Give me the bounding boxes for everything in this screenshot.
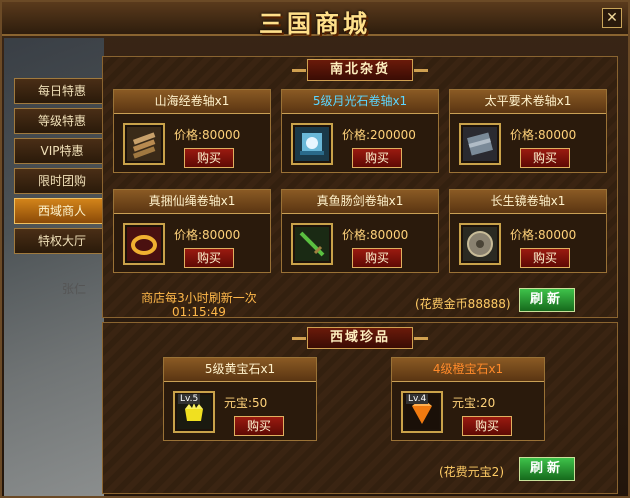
item-price: 价格:80000 (174, 228, 241, 242)
moonstone-scroll-icon (295, 127, 329, 161)
item-slot[interactable] (123, 223, 165, 265)
item-slot[interactable] (123, 123, 165, 165)
item-name: 真捆仙绳卷轴x1 (114, 190, 270, 214)
item-name: 5级月光石卷轴x1 (282, 90, 438, 114)
green-sword-icon (295, 227, 329, 261)
item-name: 4级橙宝石x1 (392, 358, 544, 382)
item-name: 真鱼肠剑卷轴x1 (282, 190, 438, 214)
item-slot[interactable]: Lv.5 (173, 391, 215, 433)
buy-button[interactable]: 购买 (520, 248, 570, 268)
western-treasures-panel: 西域珍品 5级黄宝石x1 Lv.5 元宝:50 购买 4级橙宝石x1 Lv.4 … (102, 322, 618, 494)
item-slot[interactable]: Lv.4 (401, 391, 443, 433)
buy-button[interactable]: 购买 (234, 416, 284, 436)
title-bar: 三国商城 ✕ (2, 2, 628, 38)
sidebar-nav: 每日特惠 等级特惠 VIP特惠 限时团购 西域商人 特权大厅 (14, 78, 110, 258)
shop-item-card: 真鱼肠剑卷轴x1 价格:80000 购买 (281, 189, 439, 273)
golden-rope-icon (127, 227, 161, 261)
sidebar-item-level[interactable]: 等级特惠 (14, 108, 110, 134)
item-name: 太平要术卷轴x1 (450, 90, 606, 114)
refresh-button[interactable]: 刷新 (519, 457, 575, 481)
level-tag: Lv.4 (406, 394, 429, 404)
backdrop-label: 张仁 (62, 282, 87, 296)
sidebar-item-privilege-hall[interactable]: 特权大厅 (14, 228, 110, 254)
item-price: 元宝:20 (452, 396, 496, 410)
item-slot[interactable] (459, 123, 501, 165)
refresh-cost: (花费元宝2) (439, 465, 504, 479)
buy-button[interactable]: 购买 (352, 148, 402, 168)
close-button[interactable]: ✕ (602, 8, 622, 28)
item-price: 价格:200000 (342, 128, 416, 142)
shop-item-card: 真捆仙绳卷轴x1 价格:80000 购买 (113, 189, 271, 273)
item-slot[interactable] (459, 223, 501, 265)
sidebar-item-daily[interactable]: 每日特惠 (14, 78, 110, 104)
item-slot[interactable] (291, 223, 333, 265)
section-title: 西域珍品 (291, 327, 429, 349)
bound-scroll-icon (463, 127, 497, 161)
item-name: 长生镜卷轴x1 (450, 190, 606, 214)
sidebar-item-vip[interactable]: VIP特惠 (14, 138, 110, 164)
sidebar-item-western-merchant[interactable]: 西域商人 (14, 198, 110, 224)
refresh-button[interactable]: 刷新 (519, 288, 575, 312)
buy-button[interactable]: 购买 (184, 148, 234, 168)
level-tag: Lv.5 (178, 394, 201, 404)
shop-item-card: 5级月光石卷轴x1 价格:200000 购买 (281, 89, 439, 173)
shop-item-card: 太平要术卷轴x1 价格:80000 购买 (449, 89, 607, 173)
buy-button[interactable]: 购买 (184, 248, 234, 268)
item-price: 价格:80000 (510, 228, 577, 242)
section-title: 南北杂货 (291, 59, 429, 81)
shop-item-card: 4级橙宝石x1 Lv.4 元宝:20 购买 (391, 357, 545, 441)
sidebar-item-group-buy[interactable]: 限时团购 (14, 168, 110, 194)
window-title: 三国商城 (259, 9, 371, 38)
item-slot[interactable] (291, 123, 333, 165)
shop-item-card: 5级黄宝石x1 Lv.5 元宝:50 购买 (163, 357, 317, 441)
refresh-cost: (花费金币88888) (415, 297, 511, 311)
scroll-bundle-icon (127, 127, 161, 161)
refresh-timer: 01:15:49 (172, 305, 226, 319)
shop-window: 三国商城 ✕ 张仁 每日特惠 等级特惠 VIP特惠 限时团购 西域商人 特权大厅… (0, 0, 630, 498)
shop-item-card: 长生镜卷轴x1 价格:80000 购买 (449, 189, 607, 273)
item-price: 价格:80000 (174, 128, 241, 142)
buy-button[interactable]: 购买 (352, 248, 402, 268)
general-goods-panel: 南北杂货 山海经卷轴x1 价格:80000 购买 5级月光石卷轴x1 价格:20… (102, 56, 618, 319)
item-name: 山海经卷轴x1 (114, 90, 270, 114)
item-price: 价格:80000 (342, 228, 409, 242)
item-price: 元宝:50 (224, 396, 268, 410)
buy-button[interactable]: 购买 (520, 148, 570, 168)
item-price: 价格:80000 (510, 128, 577, 142)
shop-item-card: 山海经卷轴x1 价格:80000 购买 (113, 89, 271, 173)
buy-button[interactable]: 购买 (462, 416, 512, 436)
item-name: 5级黄宝石x1 (164, 358, 316, 382)
bronze-mirror-icon (463, 227, 497, 261)
refresh-note: 商店每3小时刷新一次 (141, 291, 257, 305)
